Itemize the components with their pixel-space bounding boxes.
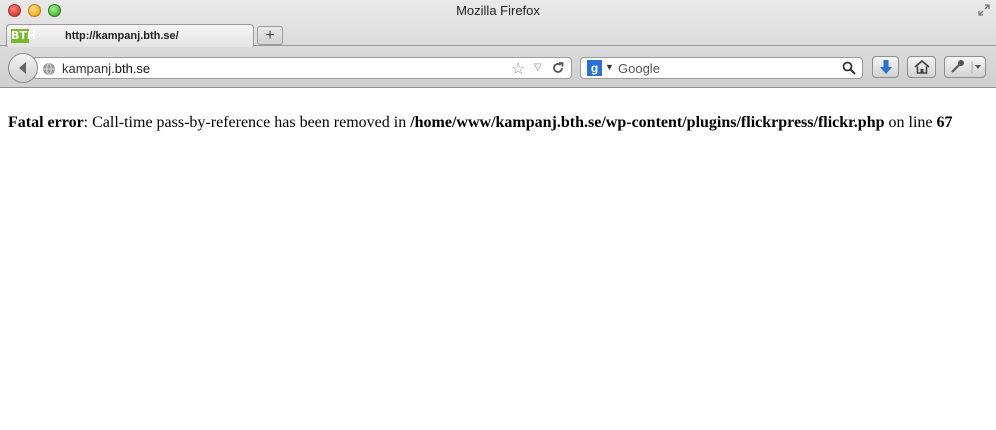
window-title: Mozilla Firefox: [456, 3, 540, 18]
home-icon: [913, 59, 930, 74]
back-button[interactable]: [8, 53, 38, 83]
error-file-path: /home/www/kampanj.bth.se/wp-content/plug…: [410, 114, 885, 131]
url-bar[interactable]: kampanj.bth.se ☆ ▽: [34, 57, 572, 79]
error-message: : Call-time pass-by-reference has been r…: [83, 114, 411, 131]
back-icon: [19, 62, 26, 74]
dropmarker-icon[interactable]: ▽: [534, 62, 542, 73]
favicon-icon: BTH: [11, 29, 37, 43]
tab-active[interactable]: BTH http://kampanj.bth.se/: [6, 24, 254, 47]
page-content: Fatal error: Call-time pass-by-reference…: [8, 114, 988, 132]
fullscreen-icon[interactable]: [978, 4, 990, 16]
google-icon[interactable]: g: [587, 60, 602, 76]
search-bar[interactable]: g ▼ Google: [580, 57, 863, 79]
search-placeholder: Google: [618, 61, 660, 76]
url-host: bth.se: [114, 61, 151, 76]
navigation-toolbar: kampanj.bth.se ☆ ▽ g ▼ Google: [0, 48, 996, 86]
tools-button[interactable]: [944, 56, 986, 78]
globe-icon: [43, 62, 55, 76]
tools-icon: [951, 60, 981, 73]
error-line-prefix: on line: [884, 114, 937, 131]
browser-chrome: Mozilla Firefox BTH http://kampanj.bth.s…: [0, 0, 996, 88]
title-bar: Mozilla Firefox: [0, 0, 996, 22]
error-label: Fatal error: [8, 114, 84, 131]
url-text: kampanj.bth.se: [62, 61, 150, 76]
download-icon: [879, 60, 892, 74]
reload-icon[interactable]: [550, 60, 566, 76]
url-prefix: kampanj.: [62, 61, 115, 76]
tab-title: http://kampanj.bth.se/: [65, 30, 179, 42]
search-icon[interactable]: [842, 61, 856, 75]
new-tab-button[interactable]: +: [257, 26, 283, 45]
downloads-button[interactable]: [872, 56, 899, 78]
home-button[interactable]: [907, 56, 936, 78]
engine-dropdown-icon[interactable]: ▼: [605, 62, 614, 72]
tab-strip: BTH http://kampanj.bth.se/ +: [0, 22, 996, 47]
star-icon[interactable]: ☆: [511, 59, 525, 79]
error-line-number: 67: [936, 114, 953, 131]
